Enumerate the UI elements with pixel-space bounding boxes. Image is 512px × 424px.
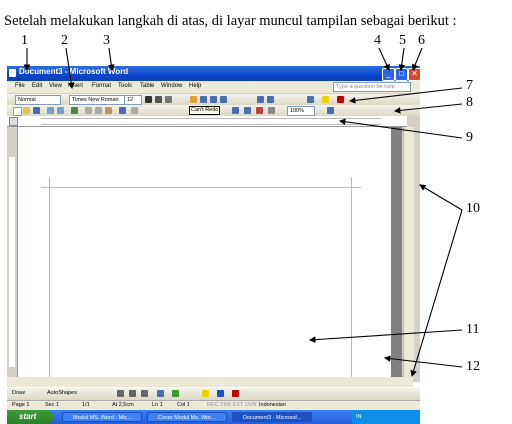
status-flags: REC TRK EXT OVR xyxy=(207,402,257,408)
taskbar-item[interactable]: Modul MS. Word - Mic... xyxy=(62,412,142,422)
taskbar: start Modul MS. Word - Mic... Cover Modu… xyxy=(7,410,420,424)
arrow-7 xyxy=(348,87,463,104)
arrow-3 xyxy=(107,47,115,72)
status-line: Ln 1 xyxy=(152,402,163,408)
start-button[interactable]: start xyxy=(7,410,53,424)
arrow-12 xyxy=(383,355,463,368)
status-pages: 1/1 xyxy=(82,402,90,408)
arrow-2 xyxy=(65,47,75,90)
taskbar-item[interactable]: Cover Modul Ms. Wor... xyxy=(147,412,227,422)
taskbar-item[interactable]: Document3 - Microsof... xyxy=(232,412,312,422)
arrow-11 xyxy=(308,329,463,343)
arrow-5 xyxy=(398,47,406,72)
arrow-8 xyxy=(393,103,463,114)
callout-arrows xyxy=(23,47,463,378)
arrow-4 xyxy=(378,47,390,72)
status-col: Col 1 xyxy=(177,402,190,408)
arrow-6 xyxy=(412,47,423,72)
status-page: Page 1 xyxy=(12,402,30,408)
status-at: At 2,5cm xyxy=(112,402,134,408)
language-indicator[interactable]: IN xyxy=(352,414,362,420)
system-tray: IN xyxy=(352,410,420,424)
arrow-10a xyxy=(419,184,463,211)
status-language: Indonesian xyxy=(259,402,286,408)
arrow-9 xyxy=(338,118,463,139)
arrow-10b xyxy=(410,209,463,378)
status-section: Sec 1 xyxy=(45,402,60,408)
